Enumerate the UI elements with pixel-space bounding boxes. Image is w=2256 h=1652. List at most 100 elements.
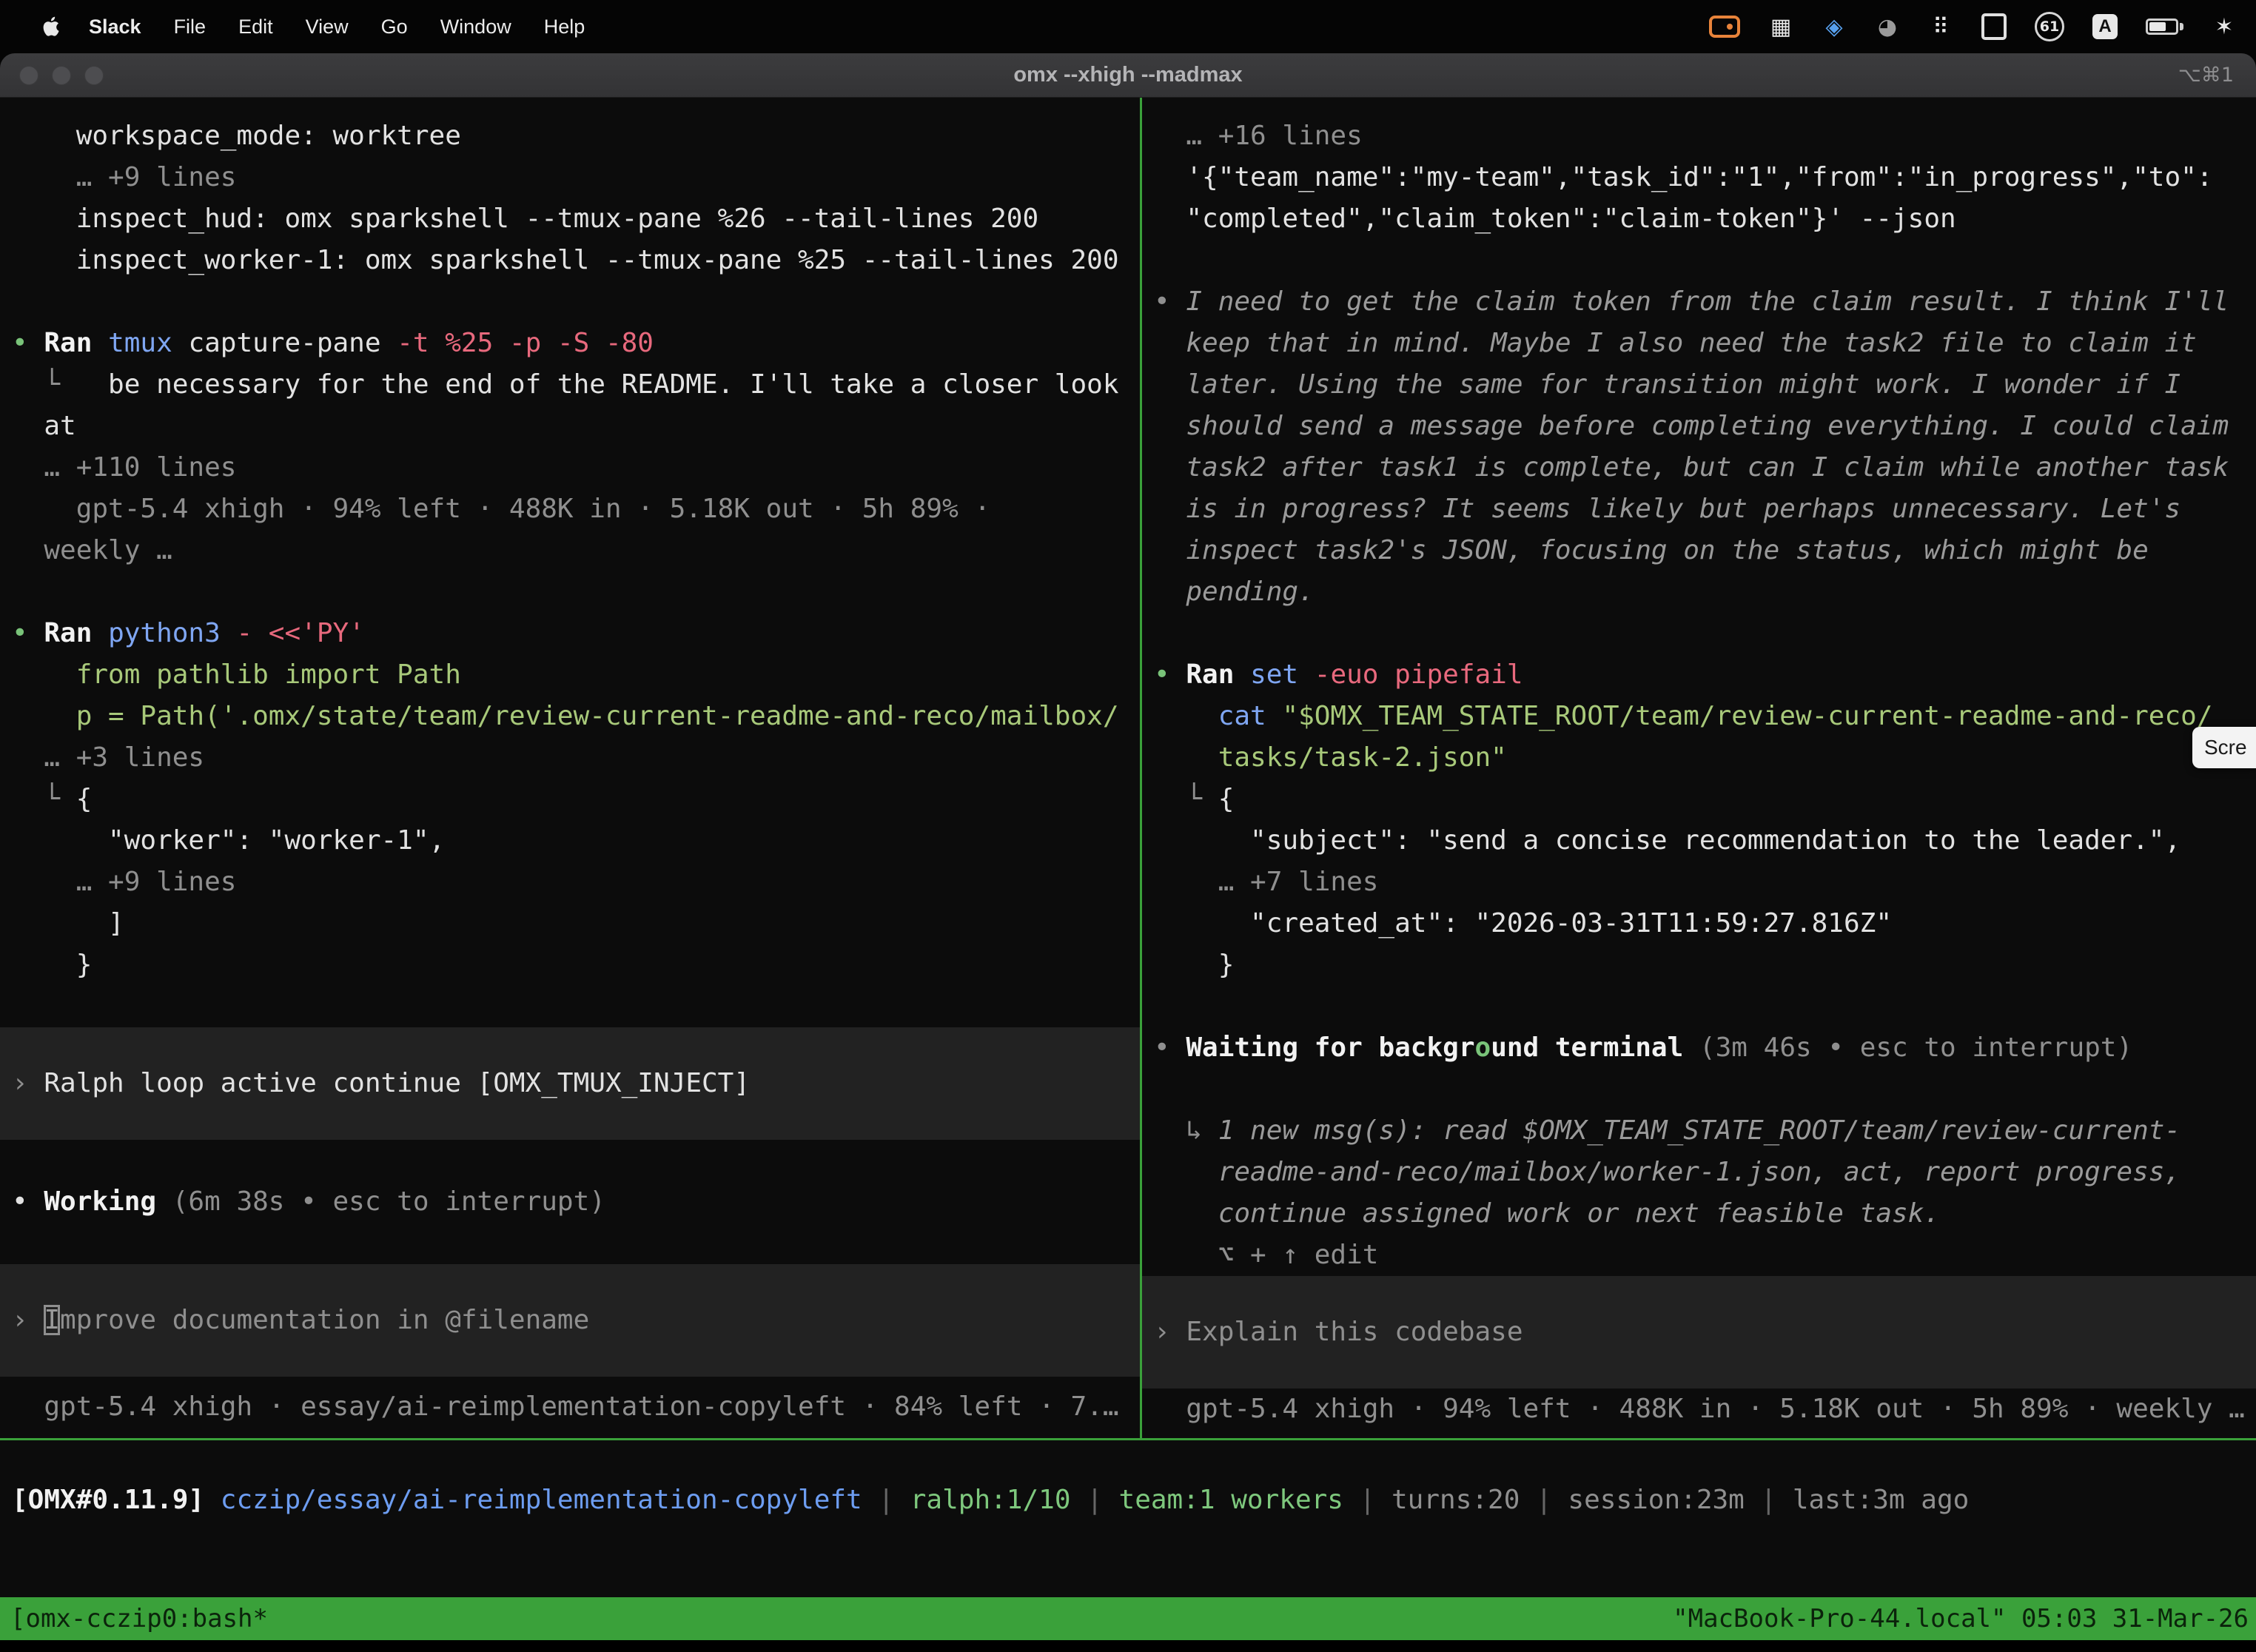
input-source-icon[interactable]: A [2092, 14, 2118, 39]
terminal-line: weekly … [12, 530, 1140, 571]
battery-percent-badge[interactable]: 61 [2035, 12, 2064, 41]
text-segment: { [1218, 784, 1235, 814]
text-segment: Waiting for backgr [1186, 1032, 1474, 1063]
text-segment: I [44, 1305, 60, 1335]
prompt-input-right[interactable]: › Explain this codebase [1142, 1276, 2256, 1389]
pane-status-right-text: gpt-5.4 xhigh · 94% left · 488K in · 5.1… [1154, 1394, 2245, 1424]
terminal-line: └ { [12, 779, 1140, 820]
text-segment: "completed","claim_token":"claim-token"}… [1154, 204, 1956, 234]
terminal-line: … +16 lines [1154, 115, 2256, 157]
menu-view[interactable]: View [289, 16, 365, 38]
text-segment: { [76, 784, 93, 814]
screen-recording-icon[interactable] [1709, 16, 1740, 38]
menu-bar-left: Slack FileEditViewGoWindowHelp [30, 16, 601, 38]
terminal-line [1154, 986, 2256, 1027]
text-segment: "subject": "send a concise recommendatio… [1154, 825, 2181, 856]
terminal-line: should send a message before completing … [1154, 406, 2256, 447]
menu-help[interactable]: Help [528, 16, 602, 38]
battery-fill [2149, 22, 2166, 31]
terminal-pane-right[interactable]: … +16 lines '{"team_name":"my-team","tas… [1142, 98, 2256, 1438]
text-segment: mprove documentation in @filename [60, 1305, 589, 1335]
menu-window[interactable]: Window [424, 16, 528, 38]
grid-icon[interactable]: ▦ [1768, 12, 1793, 41]
text-segment: └ [12, 784, 76, 814]
phone-mirroring-icon[interactable] [1981, 13, 2007, 40]
terminal-line: … +110 lines [12, 447, 1140, 488]
menu-edit[interactable]: Edit [222, 16, 289, 38]
text-segment: } [1154, 950, 1234, 980]
disc-icon[interactable]: ◕ [1875, 12, 1900, 41]
terminal-line: tasks/task-2.json" [1154, 737, 2256, 779]
fan-icon[interactable]: ✶ [2212, 12, 2237, 41]
close-button[interactable] [19, 66, 38, 85]
text-segment: - <<'PY' [221, 618, 365, 648]
text-segment: inspect_worker-1: omx sparkshell --tmux-… [12, 245, 1119, 275]
text-segment: continue assigned work or next feasible … [1154, 1198, 1940, 1229]
terminal-line: task2 after task1 is complete, but can I… [1154, 447, 2256, 488]
text-segment: workspace_mode: worktree [12, 121, 461, 151]
terminal-line: cat "$OMX_TEAM_STATE_ROOT/team/review-cu… [1154, 696, 2256, 737]
hud-segment: team:1 workers [1119, 1485, 1343, 1515]
text-segment: Ran [44, 618, 108, 648]
pane-status-left: gpt-5.4 xhigh · essay/ai-reimplementatio… [12, 1386, 1140, 1428]
terminal-line: • Ran tmux capture-pane -t %25 -p -S -80 [12, 323, 1140, 364]
screenshot-overlay-button[interactable]: Scre [2192, 727, 2256, 768]
text-segment: -euo pipefail [1315, 659, 1523, 690]
terminal-line: … +3 lines [12, 737, 1140, 779]
text-segment: '{"team_name":"my-team","task_id":"1","f… [1154, 162, 2212, 192]
prompt-input-left[interactable]: › Improve documentation in @filename [0, 1264, 1140, 1377]
terminal-line [1154, 240, 2256, 281]
text-segment: └ [1154, 784, 1218, 814]
text-segment: • [1154, 286, 1186, 317]
terminal-line [1154, 1069, 2256, 1110]
terminal-line: … +9 lines [12, 157, 1140, 198]
terminal-line: ⌥ + ↑ edit [1154, 1235, 2256, 1276]
terminal-line: at [12, 406, 1140, 447]
text-segment: • [1154, 659, 1186, 690]
terminal-line: "worker": "worker-1", [12, 820, 1140, 862]
terminal-line: } [12, 944, 1140, 986]
text-segment: ↳ [1154, 1115, 1218, 1146]
terminal-line: } [1154, 944, 2256, 986]
battery-icon[interactable] [2146, 12, 2183, 41]
tmux-panes: workspace_mode: worktree … +9 lines insp… [0, 98, 2256, 1438]
battery-nub [2180, 23, 2183, 30]
text-segment: "created_at": "2026-03-31T11:59:27.816Z" [1154, 908, 1892, 939]
menu-go[interactable]: Go [365, 16, 424, 38]
text-segment: › [12, 1305, 44, 1335]
terminal-pane-left[interactable]: workspace_mode: worktree … +9 lines insp… [0, 98, 1140, 1438]
terminal-line: p = Path('.omx/state/team/review-current… [12, 696, 1140, 737]
terminal-line [12, 1140, 1140, 1181]
terminal-line: gpt-5.4 xhigh · 94% left · 488K in · 5.1… [12, 488, 1140, 530]
pane-status-right: gpt-5.4 xhigh · 94% left · 488K in · 5.1… [1154, 1389, 2256, 1430]
text-segment: capture-pane [172, 328, 397, 358]
text-segment: p = Path('.omx/state/team/review-current… [12, 701, 1119, 731]
text-segment: (3m 46s • esc to interrupt) [1699, 1032, 2132, 1063]
apple-menu[interactable] [30, 16, 73, 38]
text-segment: o [1475, 1032, 1491, 1063]
hud-segment: last:3m ago [1793, 1485, 1969, 1515]
text-segment: at [12, 411, 76, 441]
text-segment: 1 new msg(s): read $OMX_TEAM_STATE_ROOT/… [1218, 1115, 2181, 1146]
terminal-line: keep that in mind. Maybe I also need the… [1154, 323, 2256, 364]
terminal-line: └ be necessary for the end of the README… [12, 364, 1140, 406]
text-segment: weekly … [12, 535, 172, 565]
zoom-button[interactable] [84, 66, 104, 85]
terminal-line [12, 1223, 1140, 1264]
terminal-line: readme-and-reco/mailbox/worker-1.json, a… [1154, 1152, 2256, 1193]
dropbox-icon[interactable]: ◈ [1822, 12, 1847, 41]
terminal-line: inspect_hud: omx sparkshell --tmux-pane … [12, 198, 1140, 240]
menu-file[interactable]: File [158, 16, 223, 38]
terminal-line [1154, 613, 2256, 654]
terminal-line: … +9 lines [12, 862, 1140, 903]
terminal-line [12, 571, 1140, 613]
menu-bar: Slack FileEditViewGoWindowHelp ▦ ◈ ◕ ⠿ 61 A ✶ [0, 0, 2256, 53]
text-segment: } [12, 950, 92, 980]
dots-grid-icon[interactable]: ⠿ [1928, 12, 1953, 41]
app-menu-slack[interactable]: Slack [73, 16, 158, 38]
battery-body [2146, 19, 2178, 35]
tmux-status-bar: [omx-cczip0:bash* "MacBook-Pro-44.local"… [0, 1597, 2256, 1640]
minimize-button[interactable] [52, 66, 71, 85]
window-titlebar[interactable]: omx --xhigh --madmax ⌥⌘1 [0, 53, 2256, 98]
ralph-loop-banner[interactable]: › Ralph loop active continue [OMX_TMUX_I… [0, 1027, 1140, 1140]
